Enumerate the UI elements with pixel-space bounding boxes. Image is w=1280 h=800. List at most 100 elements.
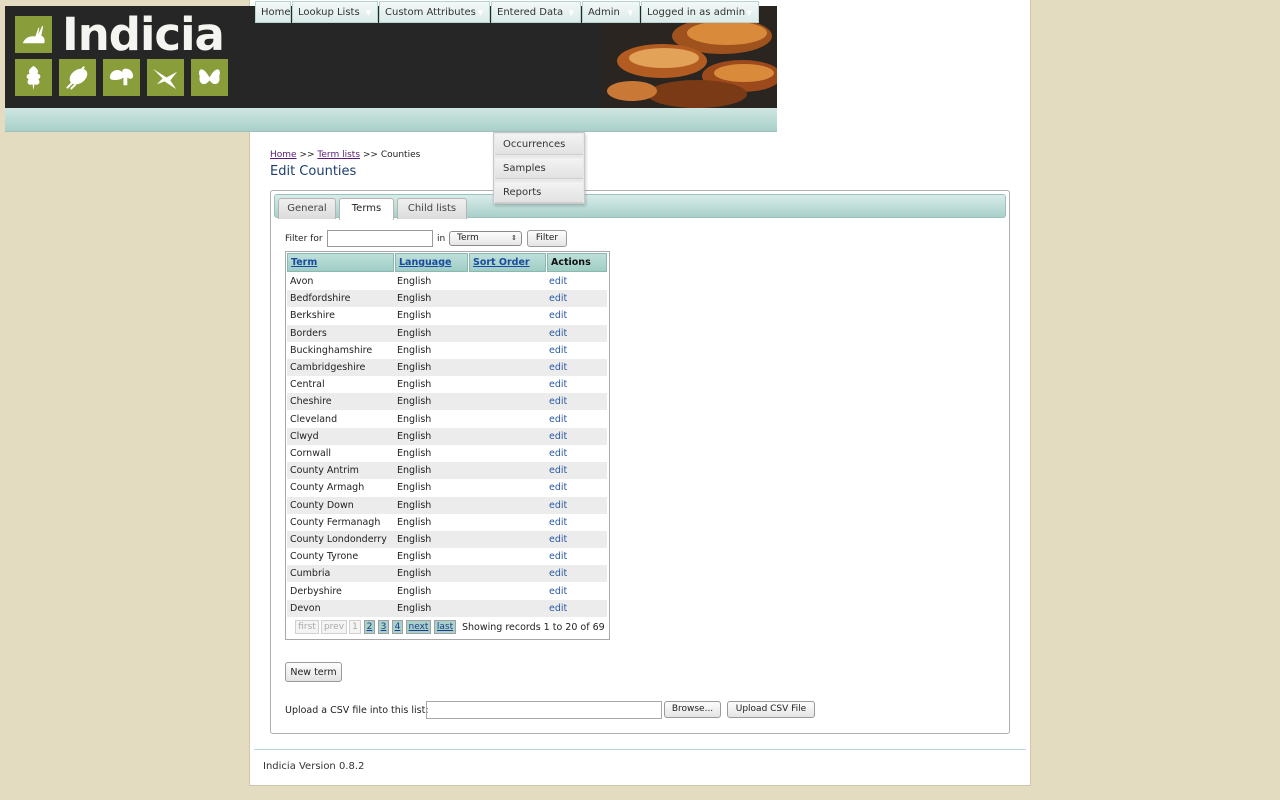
table-row: County Londonderry English edit: [287, 531, 607, 548]
edit-link[interactable]: edit: [549, 325, 567, 342]
table-row: Avon English edit: [287, 273, 607, 290]
pager-last[interactable]: last: [434, 620, 456, 634]
cell-term: Cumbria: [290, 568, 331, 580]
edit-link[interactable]: edit: [549, 531, 567, 548]
cell-term: Central: [290, 379, 325, 391]
nav-admin[interactable]: Admin ▼: [582, 1, 640, 23]
table-row: County Down English edit: [287, 496, 607, 514]
nav-entered-data-label: Entered Data: [497, 7, 564, 18]
edit-link[interactable]: edit: [549, 497, 567, 514]
edit-link[interactable]: edit: [549, 393, 567, 410]
nav-entered-data[interactable]: Entered Data ▼: [491, 1, 581, 23]
column-header-sort-order[interactable]: Sort Order: [469, 253, 546, 272]
pager-first[interactable]: first: [295, 620, 319, 634]
edit-link[interactable]: edit: [549, 342, 567, 359]
cell-term: Cornwall: [290, 448, 332, 459]
cell-language: English: [397, 396, 432, 408]
chevron-down-icon: ▼: [477, 9, 483, 17]
filter-input[interactable]: [327, 230, 433, 247]
nav-custom-attributes[interactable]: Custom Attributes ▼: [379, 1, 490, 23]
edit-link[interactable]: edit: [549, 479, 567, 496]
breadcrumb-home-link[interactable]: Home: [270, 150, 297, 160]
chevron-down-icon: ▼: [627, 9, 633, 17]
breadcrumb-separator: >>: [362, 150, 378, 160]
mushroom-icon: [103, 59, 140, 96]
cell-language: English: [397, 362, 432, 373]
pager-prev[interactable]: prev: [321, 620, 347, 634]
cell-term: Clwyd: [290, 430, 319, 442]
cell-term: Devon: [290, 602, 321, 614]
edit-link[interactable]: edit: [549, 583, 567, 600]
cell-term: County Armagh: [290, 482, 365, 494]
menu-item-reports[interactable]: Reports: [495, 182, 583, 203]
table-row: County Tyrone English edit: [287, 548, 607, 565]
edit-link[interactable]: edit: [549, 359, 567, 376]
edit-link[interactable]: edit: [549, 600, 567, 617]
edit-link[interactable]: edit: [549, 462, 567, 479]
swallow-icon: [147, 59, 184, 96]
footer-divider: [254, 749, 1026, 750]
edit-link[interactable]: edit: [549, 273, 567, 290]
pager-page-3[interactable]: 3: [378, 620, 389, 634]
csv-file-input[interactable]: [426, 701, 662, 719]
nav-home[interactable]: Home: [255, 1, 291, 23]
edit-link[interactable]: edit: [549, 428, 567, 445]
edit-link[interactable]: edit: [549, 514, 567, 531]
tab-child-lists[interactable]: Child lists: [397, 198, 467, 219]
table-row: Berkshire English edit: [287, 307, 607, 324]
pager-page-2[interactable]: 2: [364, 620, 375, 634]
tab-terms[interactable]: Terms: [339, 198, 394, 220]
cell-language: English: [397, 602, 432, 614]
chevron-down-icon: ▼: [365, 9, 371, 17]
cell-term: Avon: [290, 276, 314, 287]
filter-field-selected: Term: [457, 233, 479, 243]
edit-link[interactable]: edit: [549, 445, 567, 462]
pager-next[interactable]: next: [406, 620, 431, 634]
table-row: Cleveland English edit: [287, 411, 607, 428]
cell-term: Derbyshire: [290, 585, 342, 597]
cell-language: English: [397, 430, 432, 442]
column-header-language[interactable]: Language: [395, 253, 468, 272]
column-header-actions: Actions: [547, 253, 607, 272]
new-term-button[interactable]: New term: [285, 662, 342, 682]
browse-button[interactable]: Browse...: [664, 701, 721, 718]
edit-link[interactable]: edit: [549, 290, 567, 307]
nav-admin-label: Admin: [588, 7, 620, 18]
cell-language: English: [397, 551, 432, 563]
cell-language: English: [397, 568, 432, 580]
edit-link[interactable]: edit: [549, 307, 567, 324]
table-row: Cambridgeshire English edit: [287, 359, 607, 376]
pager-page-1[interactable]: 1: [349, 620, 361, 634]
cell-term: Cleveland: [290, 413, 338, 425]
filter-field-select[interactable]: Term ⇕: [449, 231, 522, 246]
menu-item-occurrences[interactable]: Occurrences: [495, 134, 583, 155]
cell-language: English: [397, 413, 432, 425]
filter-in-label: in: [437, 234, 446, 244]
entered-data-dropdown: Occurrences Samples Reports: [493, 132, 585, 204]
upload-csv-button[interactable]: Upload CSV File: [727, 701, 815, 718]
edit-link[interactable]: edit: [549, 411, 567, 428]
cell-term: Cheshire: [290, 396, 332, 408]
cell-term: Bedfordshire: [290, 293, 351, 305]
cell-language: English: [397, 585, 432, 597]
page-title: Edit Counties: [270, 164, 357, 179]
edit-link[interactable]: edit: [549, 376, 567, 393]
tab-strip: General Terms Child lists: [274, 194, 1006, 220]
filter-button[interactable]: Filter: [527, 230, 567, 247]
cell-term: Berkshire: [290, 310, 335, 322]
nav-logged-in-as-admin[interactable]: Logged in as admin ▼: [641, 1, 759, 23]
tab-general[interactable]: General: [278, 198, 336, 219]
nav-lookup-lists[interactable]: Lookup Lists ▼: [292, 1, 378, 23]
chevron-down-icon: ▼: [568, 9, 574, 17]
edit-link[interactable]: edit: [549, 548, 567, 565]
edit-link[interactable]: edit: [549, 565, 567, 582]
column-header-term[interactable]: Term: [287, 253, 394, 272]
breadcrumb: Home >> Term lists >> Counties: [270, 150, 420, 160]
menu-item-samples[interactable]: Samples: [495, 158, 583, 179]
table-row: County Antrim English edit: [287, 462, 607, 480]
pager-page-4[interactable]: 4: [392, 620, 403, 634]
cell-language: English: [397, 482, 432, 494]
breadcrumb-term-lists-link[interactable]: Term lists: [317, 150, 360, 160]
upload-label: Upload a CSV file into this list:: [285, 705, 429, 716]
filter-label: Filter for: [285, 234, 323, 244]
